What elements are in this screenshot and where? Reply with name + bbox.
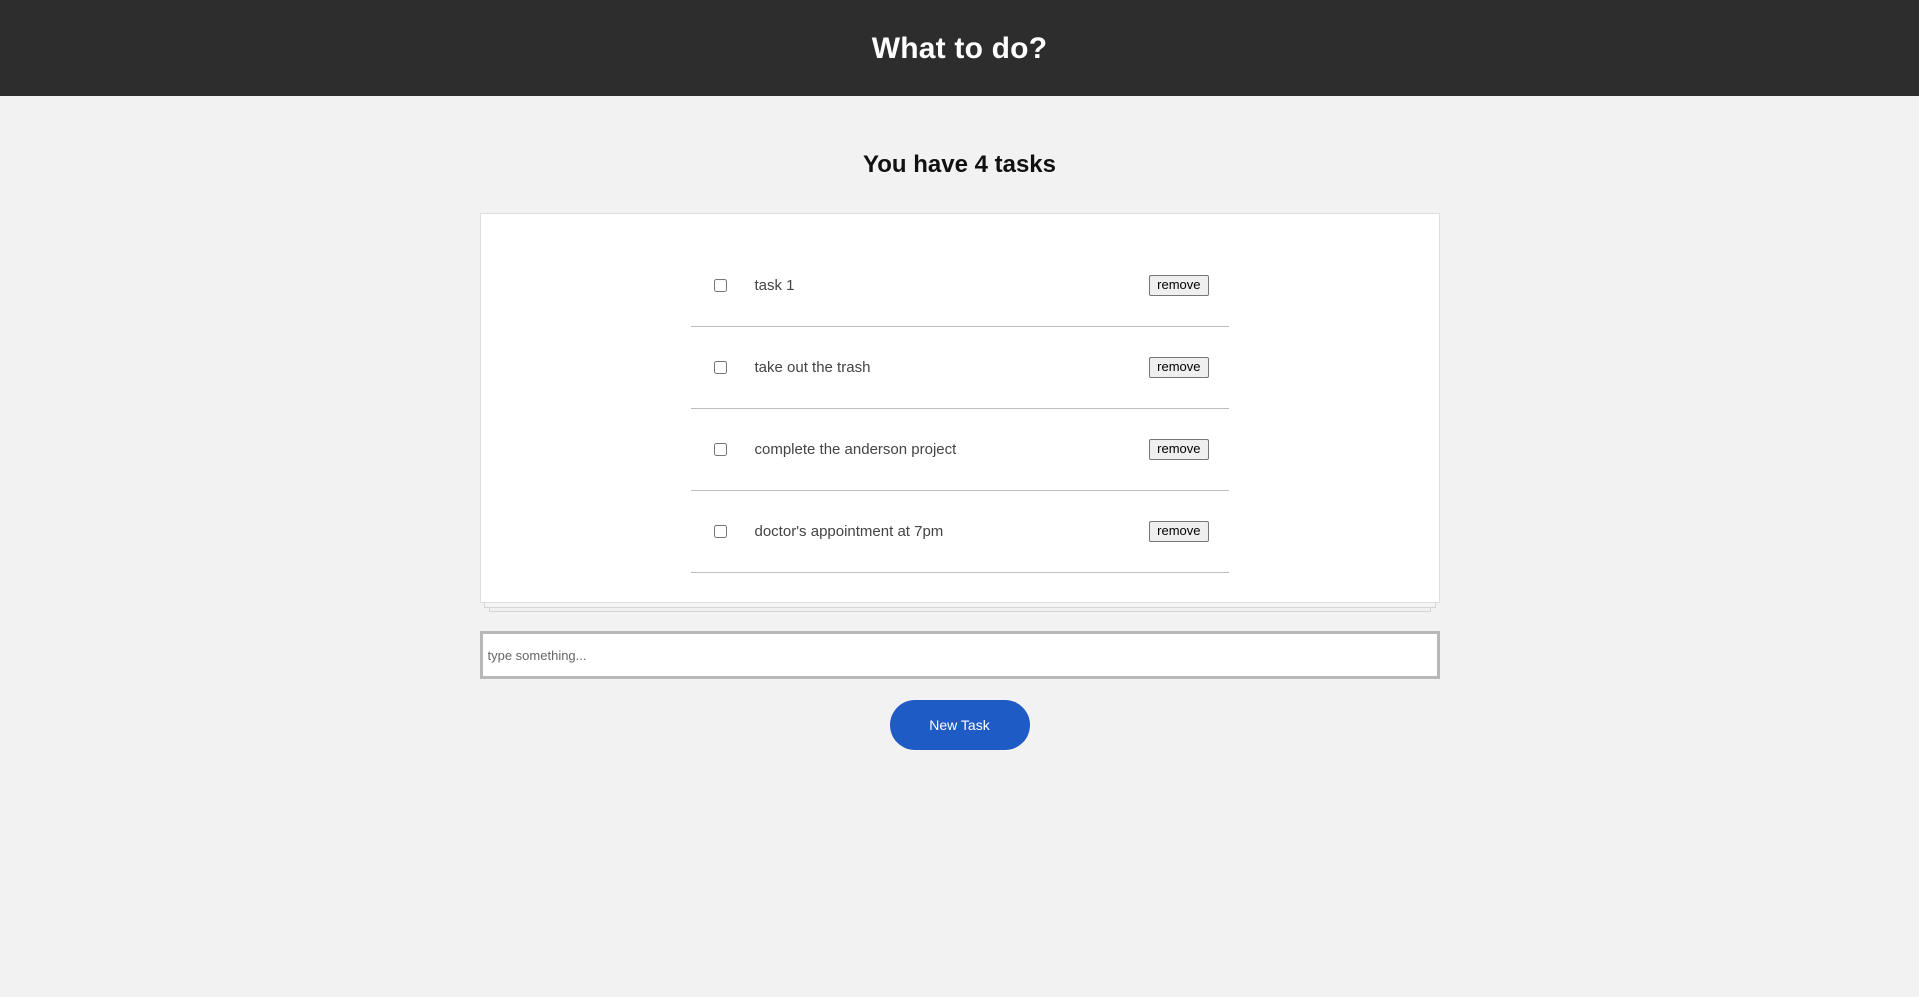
task-checkbox[interactable] xyxy=(713,443,727,456)
task-item: task 1 remove xyxy=(690,245,1229,327)
task-list-card: task 1 remove take out the trash remove … xyxy=(479,213,1440,603)
task-checkbox[interactable] xyxy=(713,279,727,292)
task-checkbox[interactable] xyxy=(713,525,727,538)
task-checkbox[interactable] xyxy=(713,361,727,374)
task-label: take out the trash xyxy=(754,359,871,376)
new-task-input[interactable] xyxy=(479,631,1440,679)
action-row: New Task xyxy=(0,700,1919,750)
new-task-entry xyxy=(479,631,1440,679)
task-list: task 1 remove take out the trash remove … xyxy=(690,245,1229,573)
task-label: doctor's appointment at 7pm xyxy=(754,523,944,540)
app-header: What to do? xyxy=(0,0,1919,96)
task-item: doctor's appointment at 7pm remove xyxy=(690,491,1229,573)
new-task-button[interactable]: New Task xyxy=(889,700,1030,750)
task-item: take out the trash remove xyxy=(690,327,1229,409)
remove-task-button[interactable]: remove xyxy=(1149,521,1209,542)
task-item: complete the anderson project remove xyxy=(690,409,1229,491)
task-label: complete the anderson project xyxy=(754,441,957,458)
remove-task-button[interactable]: remove xyxy=(1149,275,1209,296)
app-title: What to do? xyxy=(871,31,1048,65)
task-count-heading: You have 4 tasks xyxy=(863,151,1056,178)
remove-task-button[interactable]: remove xyxy=(1149,439,1209,460)
task-label: task 1 xyxy=(754,277,795,294)
remove-task-button[interactable]: remove xyxy=(1149,357,1209,378)
task-list-card-wrapper: task 1 remove take out the trash remove … xyxy=(479,213,1440,612)
